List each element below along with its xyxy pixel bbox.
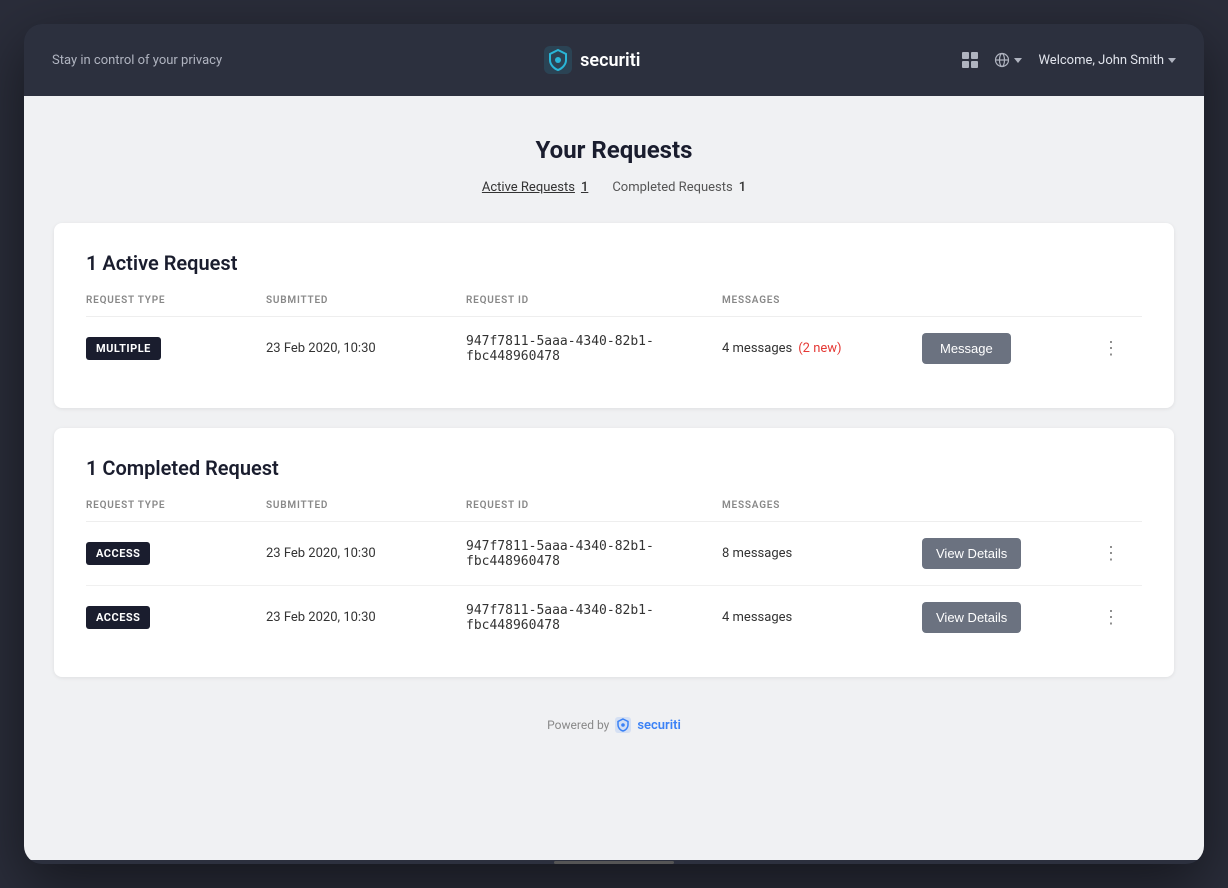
submitted-date: 23 Feb 2020, 10:30 bbox=[266, 341, 466, 356]
header-right: Welcome, John Smith bbox=[962, 52, 1176, 68]
completed-card-title: 1 Completed Request bbox=[86, 456, 1142, 480]
col-more-2 bbox=[1102, 500, 1142, 511]
completed-requests-count: 1 bbox=[739, 180, 746, 195]
active-card-title: 1 Active Request bbox=[86, 251, 1142, 275]
header-logo: securiti bbox=[222, 46, 962, 74]
messages-count: 8 messages bbox=[722, 546, 792, 561]
language-selector[interactable] bbox=[994, 52, 1022, 68]
action-cell: Message bbox=[922, 333, 1102, 364]
badge-access-1: ACCESS bbox=[86, 542, 266, 565]
submitted-date: 23 Feb 2020, 10:30 bbox=[266, 546, 466, 561]
col-request-type-2: REQUEST TYPE bbox=[86, 500, 266, 511]
col-submitted-2: SUBMITTED bbox=[266, 500, 466, 511]
tab-completed-requests[interactable]: Completed Requests 1 bbox=[612, 180, 746, 195]
request-id: 947f7811-5aaa-4340-82b1-fbc448960478 bbox=[466, 334, 722, 364]
messages-new: (2 new) bbox=[798, 341, 841, 356]
header: Stay in control of your privacy securiti bbox=[24, 24, 1204, 96]
more-options-2[interactable]: ⋮ bbox=[1102, 608, 1142, 627]
powered-by-text: Powered by bbox=[547, 718, 609, 732]
lang-chevron bbox=[1014, 58, 1022, 63]
page-title: Your Requests bbox=[54, 136, 1174, 164]
device-frame: Stay in control of your privacy securiti bbox=[24, 24, 1204, 864]
col-request-id-1: REQUEST ID bbox=[466, 295, 722, 306]
active-table-header: REQUEST TYPE SUBMITTED REQUEST ID MESSAG… bbox=[86, 295, 1142, 317]
table-row: ACCESS 23 Feb 2020, 10:30 947f7811-5aaa-… bbox=[86, 522, 1142, 586]
completed-requests-label: Completed Requests bbox=[612, 180, 732, 195]
active-requests-count: 1 bbox=[581, 180, 588, 195]
col-request-id-2: REQUEST ID bbox=[466, 500, 722, 511]
more-icon[interactable]: ⋮ bbox=[1102, 543, 1121, 564]
globe-icon bbox=[994, 52, 1010, 68]
securiti-logo-icon bbox=[544, 46, 572, 74]
more-icon[interactable]: ⋮ bbox=[1102, 338, 1121, 359]
messages-cell: 8 messages bbox=[722, 546, 922, 561]
request-type-badge: MULTIPLE bbox=[86, 337, 161, 360]
message-button[interactable]: Message bbox=[922, 333, 1011, 364]
table-row: ACCESS 23 Feb 2020, 10:30 947f7811-5aaa-… bbox=[86, 586, 1142, 649]
col-more-1 bbox=[1102, 295, 1142, 306]
messages-cell: 4 messages bbox=[722, 610, 922, 625]
more-options-1[interactable]: ⋮ bbox=[1102, 544, 1142, 563]
scroll-indicator bbox=[24, 860, 1204, 864]
scroll-bar bbox=[554, 861, 674, 864]
col-action-2 bbox=[922, 500, 1102, 511]
user-chevron bbox=[1168, 58, 1176, 63]
completed-table-header: REQUEST TYPE SUBMITTED REQUEST ID MESSAG… bbox=[86, 500, 1142, 522]
badge-multiple: MULTIPLE bbox=[86, 337, 266, 360]
messages-cell: 4 messages (2 new) bbox=[722, 341, 922, 356]
view-details-button-1[interactable]: View Details bbox=[922, 538, 1021, 569]
col-submitted-1: SUBMITTED bbox=[266, 295, 466, 306]
request-id: 947f7811-5aaa-4340-82b1-fbc448960478 bbox=[466, 603, 722, 633]
user-menu[interactable]: Welcome, John Smith bbox=[1038, 53, 1176, 68]
footer-logo-text: securiti bbox=[637, 718, 681, 733]
submitted-date: 23 Feb 2020, 10:30 bbox=[266, 610, 466, 625]
badge-access-2: ACCESS bbox=[86, 606, 266, 629]
footer-logo-icon bbox=[615, 717, 631, 733]
request-type-badge: ACCESS bbox=[86, 542, 150, 565]
more-options[interactable]: ⋮ bbox=[1102, 339, 1142, 358]
logo-text: securiti bbox=[580, 50, 640, 71]
tab-active-requests[interactable]: Active Requests 1 bbox=[482, 180, 588, 195]
tabs: Active Requests 1 Completed Requests 1 bbox=[54, 180, 1174, 195]
col-messages-2: MESSAGES bbox=[722, 500, 922, 511]
active-requests-label: Active Requests bbox=[482, 180, 575, 195]
completed-requests-card: 1 Completed Request REQUEST TYPE SUBMITT… bbox=[54, 428, 1174, 677]
action-cell: View Details bbox=[922, 538, 1102, 569]
table-row: MULTIPLE 23 Feb 2020, 10:30 947f7811-5aa… bbox=[86, 317, 1142, 380]
active-requests-card: 1 Active Request REQUEST TYPE SUBMITTED … bbox=[54, 223, 1174, 408]
request-id: 947f7811-5aaa-4340-82b1-fbc448960478 bbox=[466, 539, 722, 569]
col-messages-1: MESSAGES bbox=[722, 295, 922, 306]
request-type-badge: ACCESS bbox=[86, 606, 150, 629]
col-action-1 bbox=[922, 295, 1102, 306]
view-details-button-2[interactable]: View Details bbox=[922, 602, 1021, 633]
privacy-text: Stay in control of your privacy bbox=[52, 53, 222, 68]
messages-count: 4 messages bbox=[722, 610, 792, 625]
main-content: Your Requests Active Requests 1 Complete… bbox=[24, 96, 1204, 860]
col-request-type-1: REQUEST TYPE bbox=[86, 295, 266, 306]
welcome-text: Welcome, John Smith bbox=[1038, 53, 1164, 68]
footer: Powered by securiti bbox=[54, 697, 1174, 753]
grid-icon[interactable] bbox=[962, 52, 978, 68]
messages-count: 4 messages bbox=[722, 341, 792, 356]
action-cell: View Details bbox=[922, 602, 1102, 633]
more-icon[interactable]: ⋮ bbox=[1102, 607, 1121, 628]
